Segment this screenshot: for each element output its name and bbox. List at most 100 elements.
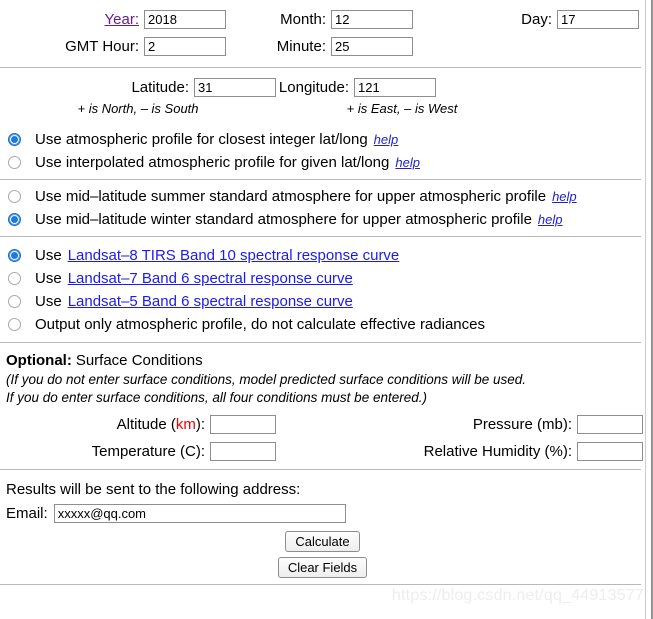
- divider-bottom: [0, 584, 641, 585]
- sensor-option-profile-only[interactable]: Output only atmospheric profile, do not …: [0, 313, 645, 336]
- latitude-field-group: Latitude:: [0, 78, 276, 97]
- sensor-option-landsat7[interactable]: Use Landsat–7 Band 6 spectral response c…: [0, 267, 645, 290]
- time-row: GMT Hour: Minute:: [0, 33, 645, 60]
- latitude-input[interactable]: [194, 78, 276, 97]
- month-input[interactable]: [331, 10, 413, 29]
- clear-button-row: Clear Fields: [0, 554, 645, 580]
- standard-atmosphere-winter-label: Use mid–latitude winter standard atmosph…: [35, 211, 532, 228]
- altitude-input[interactable]: [210, 415, 276, 434]
- radio-icon-summer[interactable]: [8, 190, 21, 203]
- altitude-field-group: Altitude (km):: [0, 415, 276, 434]
- temperature-input[interactable]: [210, 442, 276, 461]
- altitude-label: Altitude (km):: [117, 416, 205, 433]
- radio-icon-profile-only[interactable]: [8, 318, 21, 331]
- email-label: Email:: [6, 504, 48, 522]
- gmt-hour-label: GMT Hour:: [65, 38, 139, 55]
- temperature-label: Temperature (C):: [91, 443, 205, 460]
- longitude-hint: + is East, – is West: [346, 101, 458, 116]
- radio-icon-landsat5[interactable]: [8, 295, 21, 308]
- temperature-field-group: Temperature (C):: [0, 442, 276, 461]
- gmt-hour-input[interactable]: [144, 37, 226, 56]
- latlong-hint-row: + is North, – is South + is East, – is W…: [0, 100, 645, 117]
- calculate-button-row: Calculate: [0, 528, 645, 554]
- profile-closest-help-link[interactable]: help: [374, 132, 399, 147]
- landsat8-band10-link[interactable]: Landsat–8 TIRS Band 10 spectral response…: [68, 247, 400, 264]
- altitude-label-pre: Altitude (: [116, 416, 176, 433]
- year-help-link[interactable]: Year:: [105, 11, 139, 28]
- email-input[interactable]: [53, 503, 346, 523]
- longitude-label: Longitude:: [278, 79, 349, 96]
- email-field-row: Email:: [0, 500, 645, 526]
- sensor-option-landsat5[interactable]: Use Landsat–5 Band 6 spectral response c…: [0, 290, 645, 313]
- email-section: Results will be sent to the following ad…: [0, 470, 645, 580]
- radio-icon-winter[interactable]: [8, 213, 21, 226]
- page-frame-inner-edge: [645, 0, 646, 619]
- altitude-unit-km: km: [175, 416, 196, 433]
- latitude-label: Latitude:: [131, 79, 189, 96]
- optional-note-line1: (If you do not enter surface conditions,…: [6, 372, 527, 387]
- longitude-field-group: Longitude:: [276, 78, 436, 97]
- year-label: Year:: [105, 11, 139, 28]
- radio-icon-profile-interpolated[interactable]: [8, 156, 21, 169]
- radio-icon-profile-closest[interactable]: [8, 133, 21, 146]
- location-section: Latitude: Longitude: + is North, – is So…: [0, 68, 645, 123]
- landsat7-band6-link[interactable]: Landsat–7 Band 6 spectral response curve: [68, 270, 353, 287]
- standard-atmosphere-winter[interactable]: Use mid–latitude winter standard atmosph…: [0, 208, 645, 231]
- minute-field-group: Minute:: [226, 37, 413, 56]
- latitude-hint-wrap: + is North, – is South: [0, 101, 276, 116]
- profile-options-group: Use atmospheric profile for closest inte…: [0, 123, 645, 179]
- email-intro-text: Results will be sent to the following ad…: [6, 480, 301, 498]
- humidity-field-group: Relative Humidity (%):: [276, 442, 643, 461]
- sensor-option-landsat8-prefix: Use: [35, 247, 62, 264]
- pressure-input[interactable]: [577, 415, 643, 434]
- datetime-section: Year: Month: Day: GMT Hour: Mi: [0, 0, 645, 67]
- standard-atmosphere-summer[interactable]: Use mid–latitude summer standard atmosph…: [0, 185, 645, 208]
- sensor-option-landsat7-prefix: Use: [35, 270, 62, 287]
- profile-option-interpolated-label: Use interpolated atmospheric profile for…: [35, 154, 390, 171]
- latlong-row: Latitude: Longitude:: [0, 75, 645, 100]
- profile-option-interpolated[interactable]: Use interpolated atmospheric profile for…: [0, 151, 645, 174]
- longitude-hint-wrap: + is East, – is West: [276, 101, 528, 116]
- optional-title-rest: Surface Conditions: [75, 351, 203, 369]
- temperature-humidity-row: Temperature (C): Relative Humidity (%):: [0, 438, 645, 465]
- sensor-options-group: Use Landsat–8 TIRS Band 10 spectral resp…: [0, 237, 645, 342]
- minute-label: Minute:: [276, 38, 326, 55]
- sensor-option-landsat5-prefix: Use: [35, 293, 62, 310]
- latitude-hint: + is North, – is South: [77, 101, 199, 116]
- year-input[interactable]: [144, 10, 226, 29]
- day-label: Day:: [521, 11, 552, 28]
- altitude-pressure-row: Altitude (km): Pressure (mb):: [0, 411, 645, 438]
- optional-surface-conditions-section: Optional: Surface Conditions (If you do n…: [0, 343, 645, 469]
- form-content: Year: Month: Day: GMT Hour: Mi: [0, 0, 645, 585]
- landsat5-band6-link[interactable]: Landsat–5 Band 6 spectral response curve: [68, 293, 353, 310]
- humidity-input[interactable]: [577, 442, 643, 461]
- standard-atmosphere-group: Use mid–latitude summer standard atmosph…: [0, 180, 645, 236]
- profile-interpolated-help-link[interactable]: help: [395, 155, 420, 170]
- day-input[interactable]: [557, 10, 639, 29]
- winter-help-link[interactable]: help: [538, 212, 563, 227]
- pressure-field-group: Pressure (mb):: [276, 415, 643, 434]
- pressure-label: Pressure (mb):: [472, 416, 572, 433]
- summer-help-link[interactable]: help: [552, 189, 577, 204]
- profile-option-closest-label: Use atmospheric profile for closest inte…: [35, 131, 368, 148]
- minute-input[interactable]: [331, 37, 413, 56]
- longitude-input[interactable]: [354, 78, 436, 97]
- humidity-label: Relative Humidity (%):: [423, 443, 572, 460]
- optional-note-line2: If you do enter surface conditions, all …: [6, 390, 427, 405]
- calculate-button[interactable]: Calculate: [285, 530, 360, 552]
- day-field-group: Day:: [413, 10, 639, 29]
- profile-option-closest-integer[interactable]: Use atmospheric profile for closest inte…: [0, 128, 645, 151]
- radio-icon-landsat8[interactable]: [8, 249, 21, 262]
- watermark-text: https://blog.csdn.net/qq_44913577: [391, 587, 644, 604]
- altitude-label-post: ):: [195, 416, 205, 433]
- gmt-hour-field-group: GMT Hour:: [0, 37, 226, 56]
- sensor-option-landsat8[interactable]: Use Landsat–8 TIRS Band 10 spectral resp…: [0, 244, 645, 267]
- atmospheric-correction-form-page: Year: Month: Day: GMT Hour: Mi: [0, 0, 653, 619]
- page-frame-outer-edge: [651, 0, 652, 619]
- clear-fields-button[interactable]: Clear Fields: [277, 556, 368, 578]
- optional-title-bold: Optional:: [6, 351, 72, 369]
- month-label: Month:: [280, 11, 326, 28]
- radio-icon-landsat7[interactable]: [8, 272, 21, 285]
- year-field-group: Year:: [0, 10, 226, 29]
- sensor-option-profile-only-label: Output only atmospheric profile, do not …: [35, 316, 485, 333]
